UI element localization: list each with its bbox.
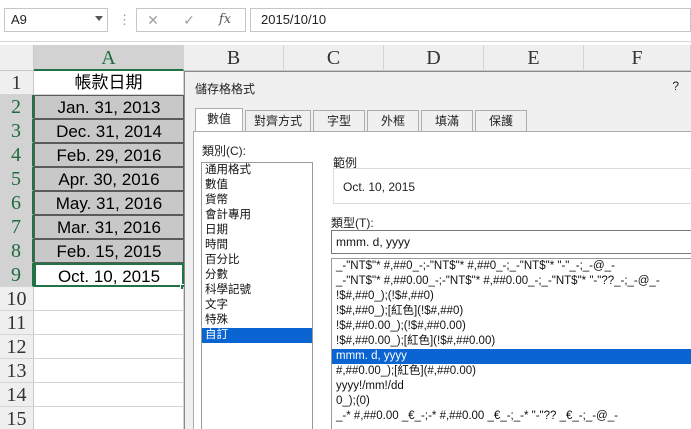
- format-item[interactable]: !$#,##0.00_);[紅色](!$#,##0.00): [332, 334, 691, 349]
- row-header-3[interactable]: 3: [0, 119, 34, 143]
- cell-a7[interactable]: Mar. 31, 2016: [34, 215, 184, 239]
- row-header-14[interactable]: 14: [0, 383, 34, 407]
- type-input[interactable]: mmm. d, yyyy: [331, 230, 691, 254]
- cell-a11[interactable]: [34, 311, 184, 335]
- tab-font[interactable]: 字型: [313, 110, 365, 132]
- drag-handle-icon[interactable]: ⋮: [118, 12, 131, 28]
- cell-a6[interactable]: May. 31, 2016: [34, 191, 184, 215]
- column-header-b[interactable]: B: [184, 45, 284, 71]
- row-header-7[interactable]: 7: [0, 215, 34, 239]
- category-item[interactable]: 特殊: [202, 313, 312, 328]
- cell-a3[interactable]: Dec. 31, 2014: [34, 119, 184, 143]
- cell-a1-header[interactable]: 帳款日期: [34, 71, 184, 95]
- format-item[interactable]: yyyy!/mm!/dd: [332, 379, 691, 394]
- insert-function-icon[interactable]: fx: [212, 8, 238, 32]
- formula-bar: A9 ⋮ ✕ ✓ fx 2015/10/10: [0, 0, 691, 42]
- cell-a10[interactable]: [34, 287, 184, 311]
- dialog-title: 儲存格格式: [195, 82, 256, 96]
- column-header-e[interactable]: E: [484, 45, 584, 71]
- tab-number[interactable]: 數值: [195, 108, 243, 132]
- category-item[interactable]: 時間: [202, 238, 312, 253]
- format-item[interactable]: 0_);(0): [332, 394, 691, 409]
- column-header-d[interactable]: D: [384, 45, 484, 71]
- tab-border[interactable]: 外框: [367, 110, 419, 132]
- number-tab-panel: 類別(C): 通用格式 數值 貨幣 會計專用 日期 時間 百分比 分數 科學記號…: [193, 131, 691, 429]
- category-item[interactable]: 貨幣: [202, 193, 312, 208]
- format-item[interactable]: _-"NT$"* #,##0.00_-;-"NT$"* #,##0.00_-;_…: [332, 274, 691, 289]
- cell-a4[interactable]: Feb. 29, 2016: [34, 143, 184, 167]
- category-item[interactable]: 百分比: [202, 253, 312, 268]
- column-header-a[interactable]: A: [34, 45, 184, 71]
- category-item[interactable]: 通用格式: [202, 163, 312, 178]
- format-cells-dialog: 儲存格格式 ? 數值 對齊方式 字型 外框 填滿 保護 類別(C): 通用格式 …: [184, 71, 691, 429]
- cell-a15[interactable]: [34, 407, 184, 429]
- type-label: 類型(T):: [331, 216, 374, 230]
- category-item[interactable]: 文字: [202, 298, 312, 313]
- row-header-6[interactable]: 6: [0, 191, 34, 215]
- column-header-f[interactable]: F: [584, 45, 691, 71]
- cell-a8[interactable]: Feb. 15, 2015: [34, 239, 184, 263]
- formula-input[interactable]: 2015/10/10: [250, 8, 691, 32]
- row-header-8[interactable]: 8: [0, 239, 34, 263]
- tab-fill[interactable]: 填滿: [421, 110, 473, 132]
- format-item[interactable]: !$#,##0_);(!$#,##0): [332, 289, 691, 304]
- row-header-10[interactable]: 10: [0, 287, 34, 311]
- tab-alignment[interactable]: 對齊方式: [245, 110, 311, 132]
- cell-a14[interactable]: [34, 383, 184, 407]
- category-item[interactable]: 數值: [202, 178, 312, 193]
- cell-a12[interactable]: [34, 335, 184, 359]
- tab-protection[interactable]: 保護: [475, 110, 527, 132]
- category-item-selected[interactable]: 自訂: [202, 328, 312, 343]
- row-header-5[interactable]: 5: [0, 167, 34, 191]
- row-header-12[interactable]: 12: [0, 335, 34, 359]
- category-item[interactable]: 會計專用: [202, 208, 312, 223]
- category-listbox[interactable]: 通用格式 數值 貨幣 會計專用 日期 時間 百分比 分數 科學記號 文字 特殊 …: [201, 162, 313, 429]
- cell-a13[interactable]: [34, 359, 184, 383]
- row-header-15[interactable]: 15: [0, 407, 34, 429]
- row-header-4[interactable]: 4: [0, 143, 34, 167]
- row-header-1[interactable]: 1: [0, 71, 34, 95]
- row-header-9[interactable]: 9: [0, 263, 34, 287]
- enter-icon[interactable]: ✓: [176, 8, 202, 32]
- category-label: 類別(C):: [202, 144, 246, 158]
- name-box-value: A9: [11, 12, 27, 27]
- category-item[interactable]: 分數: [202, 268, 312, 283]
- help-button[interactable]: ?: [672, 79, 679, 93]
- format-item[interactable]: !$#,##0.00_);(!$#,##0.00): [332, 319, 691, 334]
- format-item[interactable]: _-* #,##0.00 _€_-;-* #,##0.00 _€_-;_-* "…: [332, 409, 691, 424]
- category-item[interactable]: 科學記號: [202, 283, 312, 298]
- column-header-c[interactable]: C: [284, 45, 384, 71]
- format-item[interactable]: _-"NT$"* #,##0_-;-"NT$"* #,##0_-;_-"NT$"…: [332, 259, 691, 274]
- sample-box: Oct. 10, 2015: [333, 168, 691, 204]
- format-item[interactable]: #,##0.00_);[紅色](#,##0.00): [332, 364, 691, 379]
- chevron-down-icon[interactable]: [95, 16, 103, 21]
- sample-value: Oct. 10, 2015: [343, 180, 416, 194]
- category-item[interactable]: 日期: [202, 223, 312, 238]
- format-item-selected[interactable]: mmm. d, yyyy: [332, 349, 691, 364]
- select-all-corner[interactable]: [0, 45, 34, 71]
- cell-a2[interactable]: Jan. 31, 2013: [34, 95, 184, 119]
- excel-window: A9 ⋮ ✕ ✓ fx 2015/10/10 A B C D E F 1 2 3…: [0, 0, 691, 429]
- row-header-13[interactable]: 13: [0, 359, 34, 383]
- name-box[interactable]: A9: [4, 8, 108, 32]
- format-item[interactable]: !$#,##0_);[紅色](!$#,##0): [332, 304, 691, 319]
- row-header-2[interactable]: 2: [0, 95, 34, 119]
- row-header-11[interactable]: 11: [0, 311, 34, 335]
- cell-a5[interactable]: Apr. 30, 2016: [34, 167, 184, 191]
- cancel-icon[interactable]: ✕: [140, 8, 166, 32]
- format-code-list[interactable]: _-"NT$"* #,##0_-;-"NT$"* #,##0_-;_-"NT$"…: [331, 258, 691, 429]
- cell-a9-active[interactable]: Oct. 10, 2015: [34, 263, 184, 287]
